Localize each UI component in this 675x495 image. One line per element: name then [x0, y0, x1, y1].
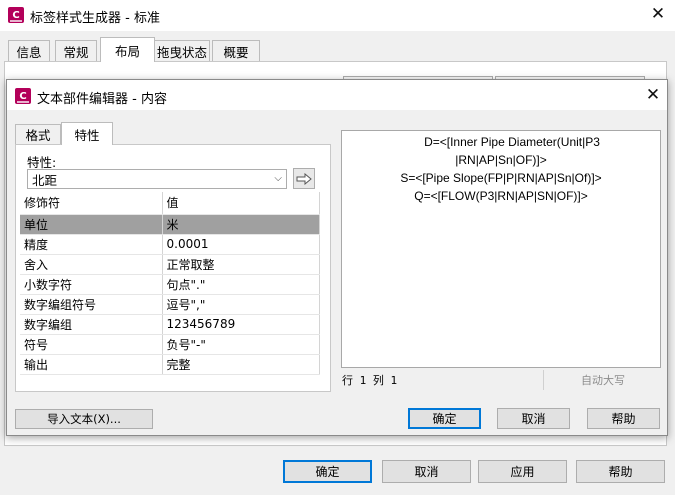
outer-window-title: 标签样式生成器 - 标准	[30, 11, 160, 26]
editor-status-bar: 行 1 列 1 自动大写	[341, 370, 661, 390]
editor-line: S=<[Pipe Slope(FP|P|RN|AP|Sn|Of)]>	[400, 171, 602, 185]
value-cell[interactable]: 负号"-"	[162, 334, 320, 355]
modifier-cell: 小数字符	[20, 274, 163, 295]
editor-line: |RN|AP|Sn|OF)]>	[455, 153, 547, 167]
modifier-cell: 数字编组	[20, 314, 163, 335]
value-cell[interactable]: 米	[162, 214, 320, 235]
inner-titlebar: C 文本部件编辑器 - 内容 ✕	[7, 80, 667, 110]
outer-cancel-button[interactable]: 取消	[382, 460, 471, 483]
column-header-modifier[interactable]: 修饰符	[20, 192, 163, 215]
table-row[interactable]: 单位 米	[20, 214, 320, 235]
table-row[interactable]: 小数字符 句点"."	[20, 274, 320, 295]
import-text-button[interactable]: 导入文本(X)...	[15, 409, 153, 429]
modifier-cell: 精度	[20, 234, 163, 255]
inner-window-title: 文本部件编辑器 - 内容	[37, 92, 167, 107]
value-cell[interactable]: 完整	[162, 354, 320, 375]
outer-titlebar: C 标签样式生成器 - 标准 ✕	[0, 0, 675, 31]
column-header-value[interactable]: 值	[162, 192, 320, 215]
tab-info[interactable]: 信息	[8, 40, 50, 62]
text-component-editor-dialog: C 文本部件编辑器 - 内容 ✕ 格式 特性 特性: 北距 ⌵ 修饰符 值 单位…	[6, 79, 668, 436]
property-select[interactable]: 北距 ⌵	[27, 169, 287, 189]
table-row[interactable]: 数字编组符号 逗号","	[20, 294, 320, 315]
modifier-cell: 舍入	[20, 254, 163, 275]
value-cell[interactable]: 0.0001	[162, 234, 320, 255]
inner-help-button[interactable]: 帮助	[587, 408, 660, 429]
app-icon: C	[15, 88, 31, 104]
arrow-right-icon	[296, 172, 312, 185]
text-editor-area[interactable]: D=<[Inner Pipe Diameter(Unit|P3 |RN|AP|S…	[341, 130, 661, 368]
outer-help-button[interactable]: 帮助	[576, 460, 665, 483]
editor-line: D=<[Inner Pipe Diameter(Unit|P3	[424, 135, 600, 149]
table-row[interactable]: 数字编组 123456789	[20, 314, 320, 335]
tab-properties[interactable]: 特性	[61, 122, 113, 145]
chevron-down-icon: ⌵	[274, 173, 282, 184]
modifier-cell: 符号	[20, 334, 163, 355]
value-cell[interactable]: 句点"."	[162, 274, 320, 295]
outer-ok-button[interactable]: 确定	[283, 460, 372, 483]
table-row[interactable]: 输出 完整	[20, 354, 320, 375]
table-header-row: 修饰符 值	[20, 192, 320, 215]
modifier-cell: 输出	[20, 354, 163, 375]
outer-close-icon[interactable]: ✕	[646, 6, 670, 23]
autocaps-toggle[interactable]: 自动大写	[543, 370, 661, 390]
inner-ok-button[interactable]: 确定	[408, 408, 481, 429]
tab-summary[interactable]: 概要	[212, 40, 260, 62]
table-row[interactable]: 精度 0.0001	[20, 234, 320, 255]
table-row[interactable]: 舍入 正常取整	[20, 254, 320, 275]
editor-line: Q=<[FLOW(P3|RN|AP|SN|OF)]>	[414, 189, 588, 203]
value-cell[interactable]: 逗号","	[162, 294, 320, 315]
tab-format[interactable]: 格式	[15, 124, 61, 144]
tab-general[interactable]: 常规	[55, 40, 97, 62]
table-row[interactable]: 符号 负号"-"	[20, 334, 320, 355]
property-select-value: 北距	[32, 172, 58, 188]
inner-close-icon[interactable]: ✕	[641, 87, 665, 104]
cursor-position: 行 1 列 1	[342, 374, 398, 387]
property-modifier-table: 修饰符 值 单位 米 精度 0.0001 舍入 正常取整 小数字符 句点"." …	[20, 192, 320, 375]
modifier-cell: 单位	[20, 214, 163, 235]
value-cell[interactable]: 123456789	[162, 314, 320, 335]
inner-cancel-button[interactable]: 取消	[497, 408, 570, 429]
insert-property-button[interactable]	[293, 168, 315, 189]
tab-drag-state[interactable]: 拖曳状态	[154, 40, 210, 62]
tab-layout[interactable]: 布局	[100, 37, 155, 62]
outer-apply-button[interactable]: 应用	[478, 460, 567, 483]
value-cell[interactable]: 正常取整	[162, 254, 320, 275]
modifier-cell: 数字编组符号	[20, 294, 163, 315]
app-icon: C	[8, 7, 24, 23]
